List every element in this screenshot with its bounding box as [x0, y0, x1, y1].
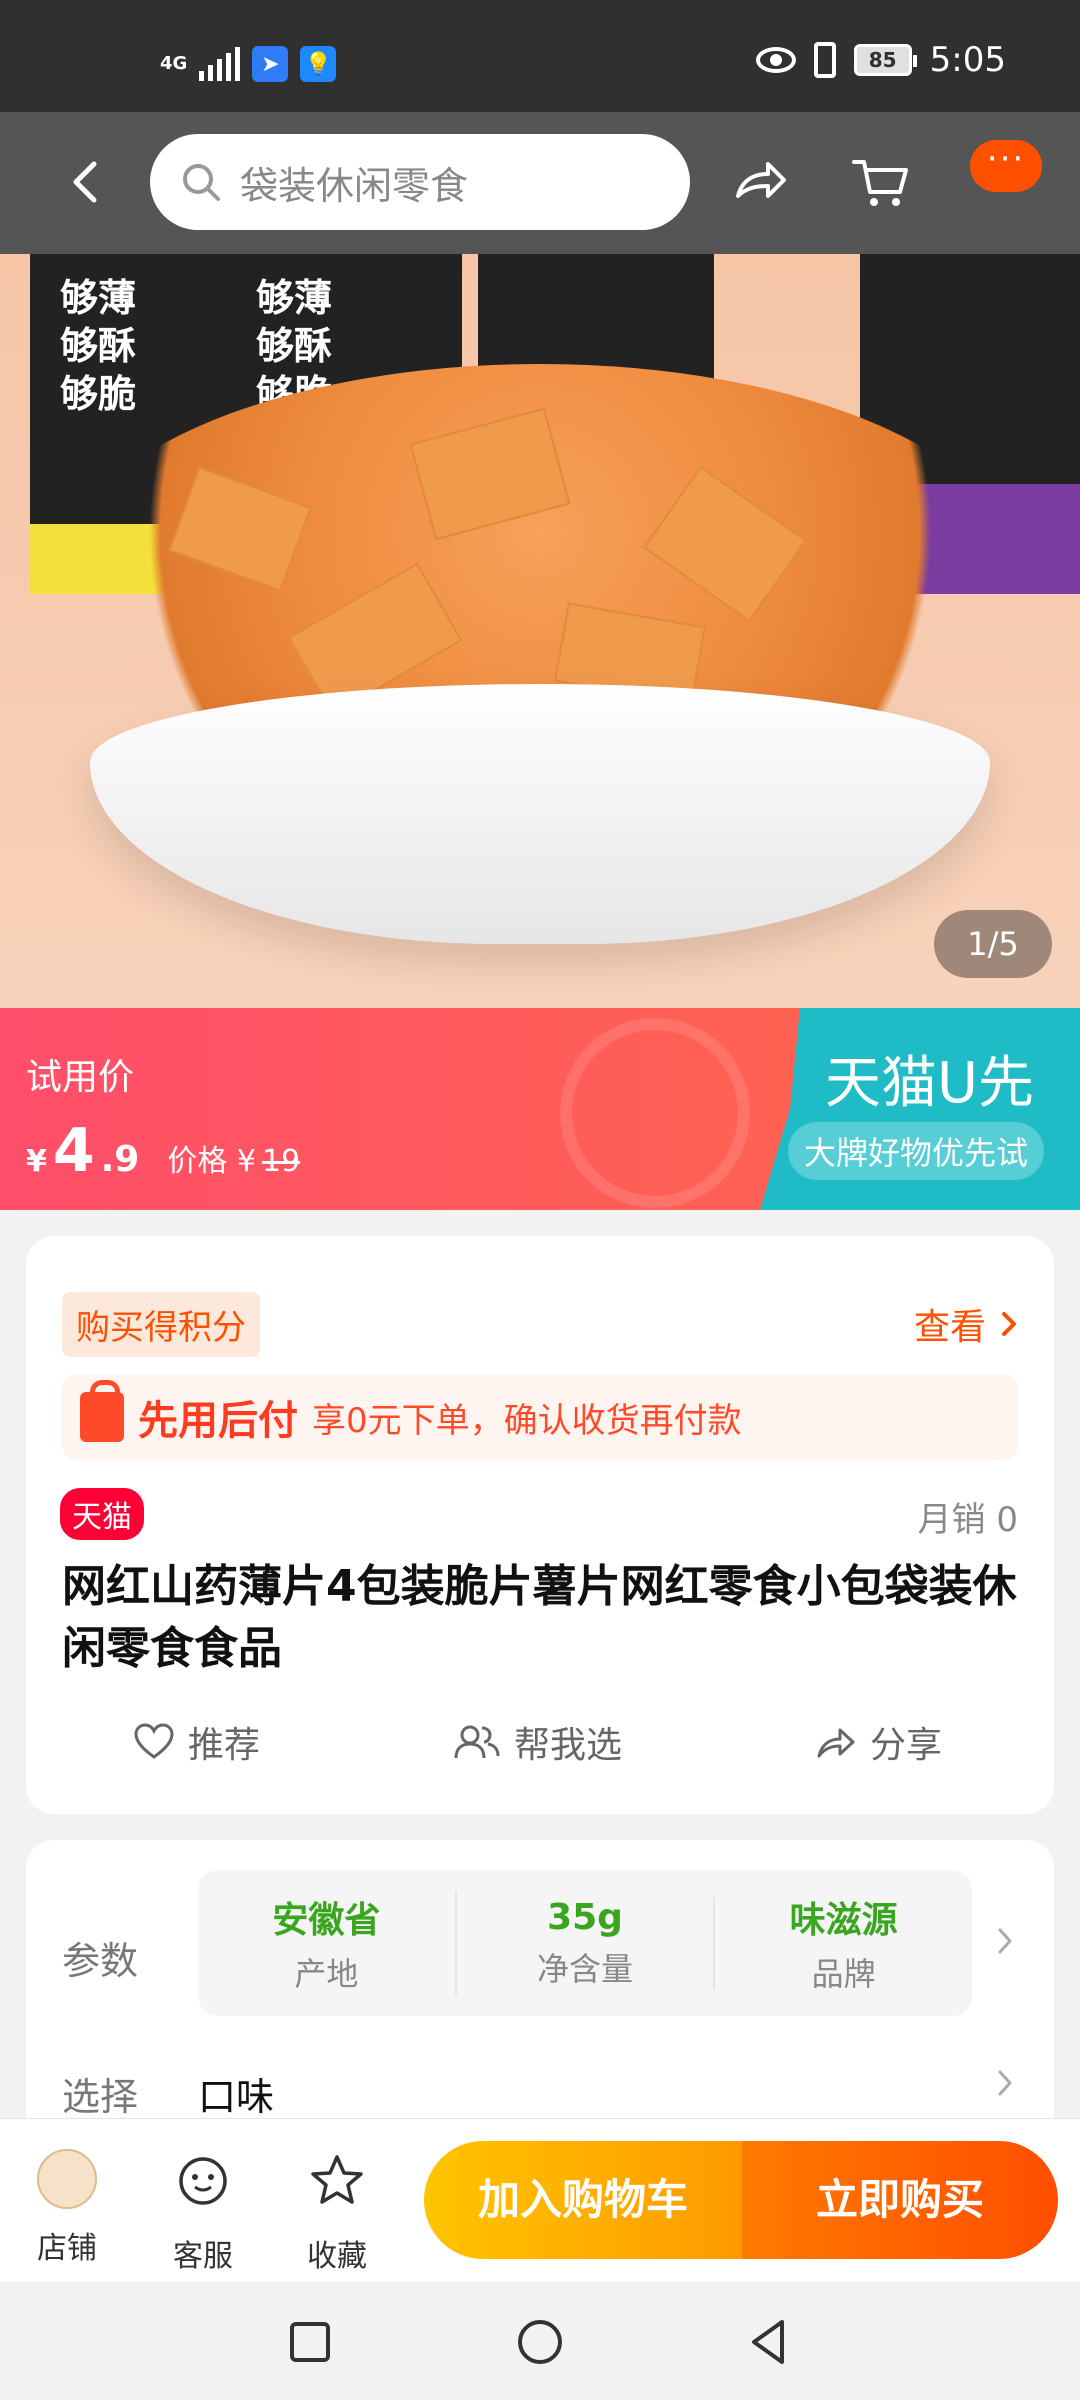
bulb-app-icon: 💡	[300, 46, 337, 82]
param-net-weight: 35g 净含量	[457, 1896, 716, 1990]
share-icon[interactable]	[730, 152, 790, 212]
product-image-carousel[interactable]: 够薄 够酥 够脆 够薄 够酥 够脆 1/5	[0, 254, 1080, 1008]
buy-now-button[interactable]: 立即购买	[742, 2141, 1058, 2259]
search-bar[interactable]: 袋装休闲零食	[150, 134, 690, 230]
add-to-cart-button[interactable]: 加入购物车	[424, 2141, 742, 2259]
search-placeholder: 袋装休闲零食	[240, 163, 469, 208]
share-button[interactable]: 分享	[816, 1716, 942, 1768]
help-me-choose-label: 帮我选	[514, 1725, 623, 1766]
white-bowl	[90, 684, 990, 944]
service-label: 客服	[173, 2239, 233, 2274]
share-label: 分享	[870, 1725, 943, 1766]
params-label: 参数	[62, 1939, 139, 1983]
store-button[interactable]: 店铺	[12, 2149, 122, 2267]
points-badge: 购买得积分	[62, 1292, 260, 1357]
status-bar: 4G ➤ 💡 85 5:05	[0, 0, 1080, 112]
status-left: 4G ➤ 💡	[160, 46, 337, 82]
chevron-right-icon	[1002, 1312, 1016, 1336]
param-value: 35g	[547, 1896, 623, 1938]
select-label: 选择	[62, 2075, 139, 2119]
store-logo	[37, 2149, 97, 2209]
param-key: 净含量	[537, 1949, 634, 1988]
network-type: 4G	[160, 53, 188, 74]
view-link[interactable]: 查看	[914, 1298, 1018, 1350]
param-key: 品牌	[811, 1955, 876, 1993]
select-flavor[interactable]: 口味	[198, 2066, 274, 2121]
status-right: 85 5:05	[755, 40, 1006, 80]
param-origin: 安徽省 产地	[198, 1891, 457, 1995]
pay-later-description: 享0元下单，确认收货再付款	[312, 1400, 742, 1441]
price-decimal: .9	[100, 1139, 140, 1180]
recommend-label: 推荐	[188, 1725, 261, 1766]
recommend-button[interactable]: 推荐	[134, 1716, 260, 1768]
can-text: 够薄 够酥 够脆	[60, 276, 137, 416]
home-icon[interactable]	[510, 2312, 570, 2372]
eye-comfort-icon	[755, 47, 796, 73]
service-face-icon	[179, 2157, 227, 2205]
param-brand: 味滋源 品牌	[715, 1891, 972, 1995]
pay-later-banner[interactable]: 先用后付 享0元下单，确认收货再付款	[62, 1374, 1018, 1460]
currency-symbol: ¥	[26, 1144, 47, 1179]
favorite-button[interactable]: 收藏	[282, 2149, 392, 2275]
store-label: 店铺	[37, 2231, 97, 2266]
product-actions: 推荐 帮我选 分享	[26, 1716, 1054, 1786]
back-triangle-icon[interactable]	[740, 2312, 800, 2372]
favorite-label: 收藏	[307, 2239, 367, 2274]
bottom-action-bar: 店铺 客服 收藏 加入购物车 立即购买	[0, 2118, 1080, 2282]
heart-icon	[134, 1723, 174, 1759]
trial-price: ¥ 4 .9 价格 ¥ 19	[26, 1116, 300, 1186]
original-price-label: 价格 ¥	[167, 1144, 256, 1179]
param-key: 产地	[294, 1955, 359, 1993]
tmall-u-first-subtitle: 大牌好物优先试	[787, 1122, 1044, 1180]
vibrate-icon	[813, 42, 836, 78]
star-icon	[311, 2155, 363, 2204]
view-link-label: 查看	[913, 1307, 986, 1348]
tmall-badge: 天猫	[60, 1488, 144, 1540]
param-value: 安徽省	[272, 1900, 381, 1941]
trial-price-banner: 试用价 ¥ 4 .9 价格 ¥ 19 天猫U先 大牌好物优先试	[0, 1008, 1080, 1210]
back-arrow-icon[interactable]	[56, 152, 116, 212]
search-icon	[183, 164, 220, 201]
feishu-app-icon: ➤	[252, 46, 289, 82]
chevron-right-icon[interactable]	[996, 2068, 1014, 2098]
watermark-seal	[560, 1018, 750, 1208]
customer-service-button[interactable]: 客服	[148, 2149, 258, 2275]
trial-price-label: 试用价	[26, 1057, 135, 1098]
chevron-right-icon[interactable]	[996, 1926, 1014, 1956]
battery-icon: 85	[853, 44, 917, 76]
signal-icon	[199, 47, 241, 81]
image-pager: 1/5	[934, 910, 1052, 978]
price-integer: 4	[52, 1116, 95, 1186]
monthly-sales: 月销 0	[917, 1500, 1018, 1540]
params-box[interactable]: 安徽省 产地 35g 净含量 味滋源 品牌	[198, 1870, 972, 2016]
original-price: 19	[261, 1144, 301, 1179]
recent-apps-icon[interactable]	[280, 2312, 340, 2372]
clock: 5:05	[929, 40, 1006, 80]
system-navigation-bar	[0, 2282, 1080, 2400]
shopping-bag-icon	[80, 1380, 124, 1442]
param-value: 味滋源	[789, 1900, 898, 1941]
pay-later-title: 先用后付	[138, 1398, 298, 1444]
tmall-u-first-title: 天猫U先	[825, 1051, 1034, 1116]
top-nav-bar: 袋装休闲零食 ···	[0, 112, 1080, 254]
more-menu-button[interactable]: ···	[970, 140, 1042, 192]
product-info-card: 购买得积分 查看 先用后付 享0元下单，确认收货再付款 天猫 月销 0 网红山药…	[26, 1236, 1054, 1814]
share-icon	[817, 1728, 855, 1758]
product-title: 网红山药薄片4包装脆片薯片网红零食小包袋装休闲零食食品	[62, 1561, 1017, 1674]
cart-icon[interactable]	[850, 152, 910, 212]
people-icon	[454, 1725, 500, 1759]
help-me-choose-button[interactable]: 帮我选	[454, 1716, 622, 1768]
